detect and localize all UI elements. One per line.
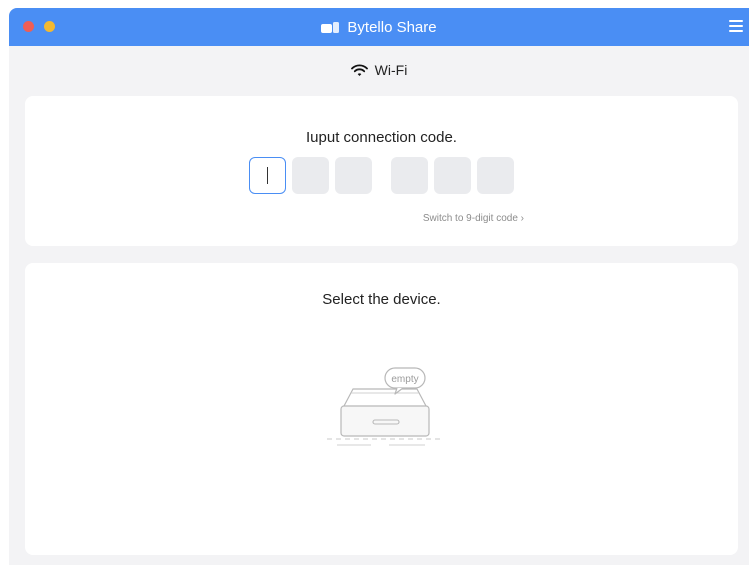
empty-label: empty [391, 374, 418, 385]
code-digit-2[interactable] [292, 157, 329, 194]
connection-code-card: Iuput connection code. Switch to 9-digit… [25, 96, 738, 246]
window-title: Bytello Share [9, 8, 749, 46]
hamburger-icon [729, 20, 743, 22]
device-list-title: Select the device. [322, 291, 441, 308]
network-label: Wi-Fi [374, 62, 408, 78]
app-window: Bytello Share Wi-Fi Iuput connection cod… [9, 8, 749, 565]
device-list-card: Select the device. empty [25, 263, 738, 555]
wifi-icon [350, 64, 368, 76]
app-title: Bytello Share [347, 18, 437, 36]
title-bar: Bytello Share [9, 8, 749, 46]
menu-button[interactable] [727, 17, 745, 35]
app-logo-icon [321, 21, 340, 33]
code-digit-4[interactable] [391, 157, 428, 194]
switch-code-length-link[interactable]: Switch to 9-digit code › [423, 213, 524, 224]
code-digit-6[interactable] [477, 157, 514, 194]
empty-inbox-icon: empty [327, 367, 443, 446]
connection-code-title: Iuput connection code. [306, 129, 457, 146]
text-caret [267, 167, 268, 184]
code-digit-5[interactable] [434, 157, 471, 194]
code-digit-3[interactable] [335, 157, 372, 194]
code-digit-1[interactable] [249, 157, 286, 194]
network-selector[interactable]: Wi-Fi [9, 58, 749, 82]
